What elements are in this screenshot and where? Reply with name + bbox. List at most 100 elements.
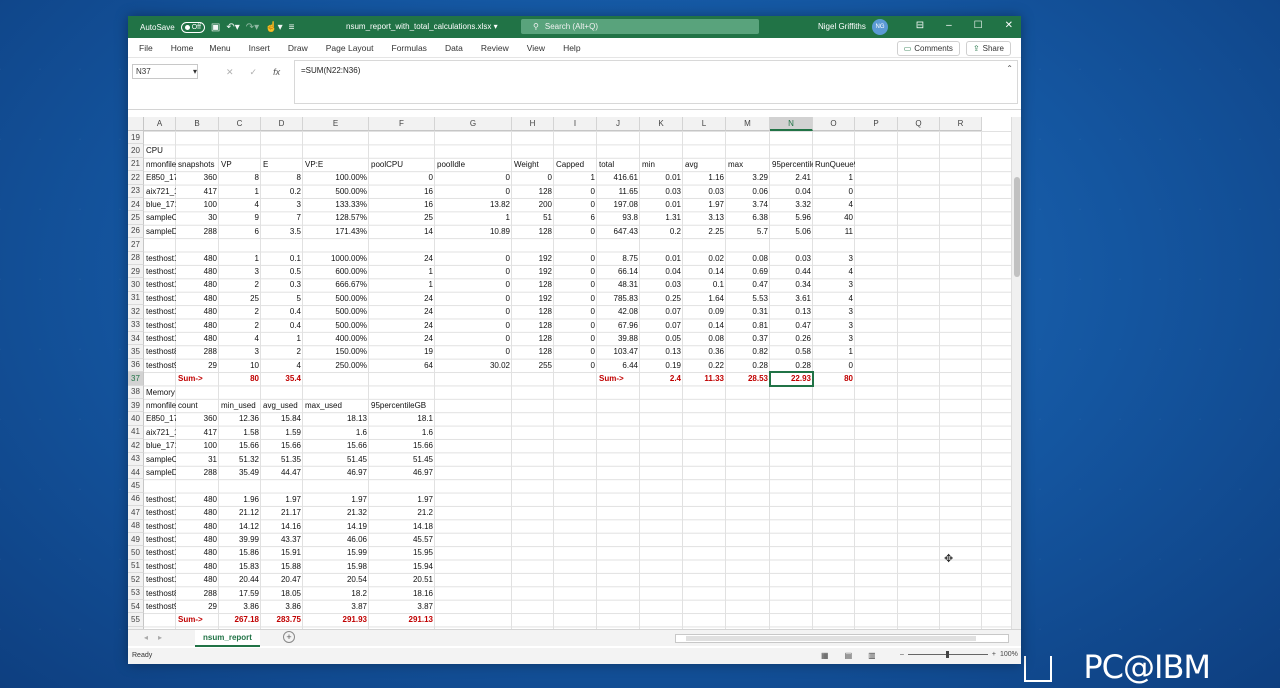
cell-m37[interactable]: 28.53 bbox=[726, 372, 770, 385]
cell-f24[interactable]: 16 bbox=[369, 198, 435, 211]
cell-j32[interactable]: 42.08 bbox=[597, 305, 640, 318]
cell-b25[interactable]: 30 bbox=[176, 211, 219, 224]
user-name[interactable]: Nigel Griffiths bbox=[818, 22, 866, 31]
cell-h32[interactable]: 128 bbox=[512, 305, 554, 318]
cell-a46[interactable]: testhost12 bbox=[144, 493, 176, 506]
cell-b32[interactable]: 480 bbox=[176, 305, 219, 318]
cell-b44[interactable]: 288 bbox=[176, 466, 219, 479]
cell-e35[interactable]: 150.00% bbox=[303, 345, 369, 358]
cell-c40[interactable]: 12.36 bbox=[219, 412, 261, 425]
cell-o25[interactable]: 40 bbox=[813, 211, 855, 224]
row-header-26[interactable]: 26 bbox=[128, 224, 144, 239]
cell-o21[interactable]: RunQueue95 bbox=[813, 158, 855, 171]
cell-j28[interactable]: 8.75 bbox=[597, 252, 640, 265]
sheet-nav-icon[interactable]: ◂▸ bbox=[144, 633, 172, 642]
cell-g26[interactable]: 10.89 bbox=[435, 225, 512, 238]
cell-c47[interactable]: 21.12 bbox=[219, 506, 261, 519]
cell-m28[interactable]: 0.08 bbox=[726, 252, 770, 265]
cell-c49[interactable]: 39.99 bbox=[219, 533, 261, 546]
cell-f50[interactable]: 15.95 bbox=[369, 546, 435, 559]
cell-c28[interactable]: 1 bbox=[219, 252, 261, 265]
cell-f21[interactable]: poolCPU bbox=[369, 158, 435, 171]
cell-h26[interactable]: 128 bbox=[512, 225, 554, 238]
cell-k24[interactable]: 0.01 bbox=[640, 198, 683, 211]
cell-i35[interactable]: 0 bbox=[554, 345, 597, 358]
cell-e53[interactable]: 18.2 bbox=[303, 587, 369, 600]
row-header-36[interactable]: 36 bbox=[128, 358, 144, 373]
cell-g21[interactable]: poolIdle bbox=[435, 158, 512, 171]
cell-l36[interactable]: 0.22 bbox=[683, 359, 726, 372]
cell-b41[interactable]: 417 bbox=[176, 426, 219, 439]
cell-c44[interactable]: 35.49 bbox=[219, 466, 261, 479]
cell-e34[interactable]: 400.00% bbox=[303, 332, 369, 345]
cell-n37[interactable]: 22.93 bbox=[769, 371, 814, 387]
cell-d39[interactable]: avg_used bbox=[261, 399, 303, 412]
cell-f39[interactable]: 95percentileGB bbox=[369, 399, 435, 412]
column-header-k[interactable]: K bbox=[640, 117, 683, 131]
cell-a40[interactable]: E850_1709 bbox=[144, 412, 176, 425]
cell-o29[interactable]: 4 bbox=[813, 265, 855, 278]
row-header-42[interactable]: 42 bbox=[128, 439, 144, 453]
cell-a42[interactable]: blue_1711 bbox=[144, 439, 176, 452]
row-header-43[interactable]: 43 bbox=[128, 452, 144, 466]
cell-h30[interactable]: 128 bbox=[512, 278, 554, 291]
cell-k29[interactable]: 0.04 bbox=[640, 265, 683, 278]
cell-k34[interactable]: 0.05 bbox=[640, 332, 683, 345]
cell-h21[interactable]: Weight bbox=[512, 158, 554, 171]
cell-l25[interactable]: 3.13 bbox=[683, 211, 726, 224]
cell-e24[interactable]: 133.33% bbox=[303, 198, 369, 211]
cell-d46[interactable]: 1.97 bbox=[261, 493, 303, 506]
cell-e44[interactable]: 46.97 bbox=[303, 466, 369, 479]
cell-d55[interactable]: 283.75 bbox=[261, 613, 303, 626]
cell-g29[interactable]: 0 bbox=[435, 265, 512, 278]
column-header-m[interactable]: M bbox=[726, 117, 770, 131]
cell-b52[interactable]: 480 bbox=[176, 573, 219, 586]
comments-button[interactable]: ▭ Comments bbox=[896, 41, 960, 56]
cell-o23[interactable]: 0 bbox=[813, 185, 855, 198]
cell-e36[interactable]: 250.00% bbox=[303, 359, 369, 372]
column-header-o[interactable]: O bbox=[813, 117, 855, 131]
undo-icon[interactable]: ↶▾ bbox=[226, 22, 239, 33]
cell-j37[interactable]: Sum-> bbox=[597, 372, 640, 385]
column-header-h[interactable]: H bbox=[512, 117, 554, 131]
column-header-j[interactable]: J bbox=[597, 117, 640, 131]
row-header-55[interactable]: 55 bbox=[128, 613, 144, 627]
cell-i23[interactable]: 0 bbox=[554, 185, 597, 198]
cell-c24[interactable]: 4 bbox=[219, 198, 261, 211]
column-header-g[interactable]: G bbox=[435, 117, 512, 131]
cell-b23[interactable]: 417 bbox=[176, 185, 219, 198]
cell-c53[interactable]: 17.59 bbox=[219, 587, 261, 600]
cell-e39[interactable]: max_used bbox=[303, 399, 369, 412]
redo-icon[interactable]: ↷▾ bbox=[246, 22, 259, 33]
cell-b48[interactable]: 480 bbox=[176, 520, 219, 533]
row-header-34[interactable]: 34 bbox=[128, 332, 144, 346]
cell-a51[interactable]: testhost12 bbox=[144, 560, 176, 573]
cell-b43[interactable]: 31 bbox=[176, 453, 219, 466]
cell-c25[interactable]: 9 bbox=[219, 211, 261, 224]
cell-d30[interactable]: 0.3 bbox=[261, 278, 303, 291]
cell-g32[interactable]: 0 bbox=[435, 305, 512, 318]
cell-n36[interactable]: 0.28 bbox=[770, 359, 813, 372]
cell-a20[interactable]: CPU bbox=[144, 144, 176, 157]
cell-i21[interactable]: Capped bbox=[554, 158, 597, 171]
cell-i22[interactable]: 1 bbox=[554, 171, 597, 184]
cell-c42[interactable]: 15.66 bbox=[219, 439, 261, 452]
cell-b47[interactable]: 480 bbox=[176, 506, 219, 519]
cell-b26[interactable]: 288 bbox=[176, 225, 219, 238]
vertical-scrollbar[interactable] bbox=[1011, 117, 1021, 637]
column-header-f[interactable]: F bbox=[369, 117, 435, 131]
cell-e41[interactable]: 1.6 bbox=[303, 426, 369, 439]
cell-n25[interactable]: 5.96 bbox=[770, 211, 813, 224]
cell-a31[interactable]: testhost12 bbox=[144, 292, 176, 305]
cell-l24[interactable]: 1.97 bbox=[683, 198, 726, 211]
row-header-20[interactable]: 20 bbox=[128, 144, 144, 158]
zoom-in-icon[interactable]: + bbox=[992, 651, 996, 658]
cell-a35[interactable]: testhost88 bbox=[144, 345, 176, 358]
cell-b30[interactable]: 480 bbox=[176, 278, 219, 291]
cell-i33[interactable]: 0 bbox=[554, 319, 597, 332]
cell-f23[interactable]: 16 bbox=[369, 185, 435, 198]
cell-e47[interactable]: 21.32 bbox=[303, 506, 369, 519]
cell-a28[interactable]: testhost12 bbox=[144, 252, 176, 265]
cell-a47[interactable]: testhost12 bbox=[144, 506, 176, 519]
menu-review[interactable]: Review bbox=[481, 43, 509, 53]
